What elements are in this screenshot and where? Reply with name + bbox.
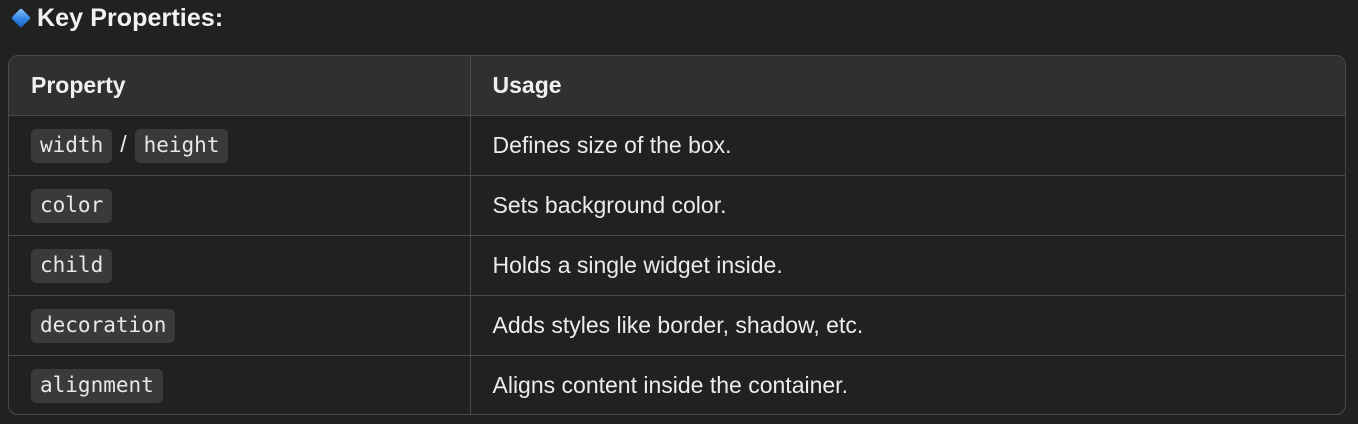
separator: / xyxy=(120,130,127,157)
table-row: decoration Adds styles like border, shad… xyxy=(9,295,1345,356)
property-cell: child xyxy=(9,235,471,296)
usage-cell: Adds styles like border, shadow, etc. xyxy=(470,295,1345,356)
column-header-property: Property xyxy=(9,56,471,116)
property-cell: decoration xyxy=(9,295,471,356)
table-row: color Sets background color. xyxy=(9,175,1345,236)
property-cell: color xyxy=(9,175,471,236)
usage-cell: Aligns content inside the container. xyxy=(492,372,848,398)
section-heading: Key Properties: xyxy=(10,0,223,36)
inline-code: alignment xyxy=(31,368,163,403)
column-header-usage: Usage xyxy=(470,56,1345,116)
table-row: width / height Defines size of the box. xyxy=(9,115,1345,176)
blue-diamond-icon xyxy=(11,8,31,28)
inline-code: decoration xyxy=(31,308,176,343)
section-title: Key Properties: xyxy=(37,3,224,32)
table-row: alignment Aligns content inside the cont… xyxy=(9,355,1345,414)
table-row: child Holds a single widget inside. xyxy=(9,235,1345,296)
property-cell: alignment xyxy=(9,355,471,414)
table-header-row: Property Usage xyxy=(9,56,1345,116)
usage-cell: Defines size of the box. xyxy=(470,115,1345,176)
usage-cell: Holds a single widget inside. xyxy=(470,235,1345,296)
inline-code: height xyxy=(134,128,229,163)
inline-code: color xyxy=(31,188,113,223)
properties-table: Property Usage width / height Defines size… xyxy=(8,55,1346,415)
property-cell: width / height xyxy=(9,115,471,176)
inline-code: child xyxy=(31,248,113,283)
inline-code: width xyxy=(31,128,113,163)
usage-cell: Sets background color. xyxy=(470,175,1345,236)
